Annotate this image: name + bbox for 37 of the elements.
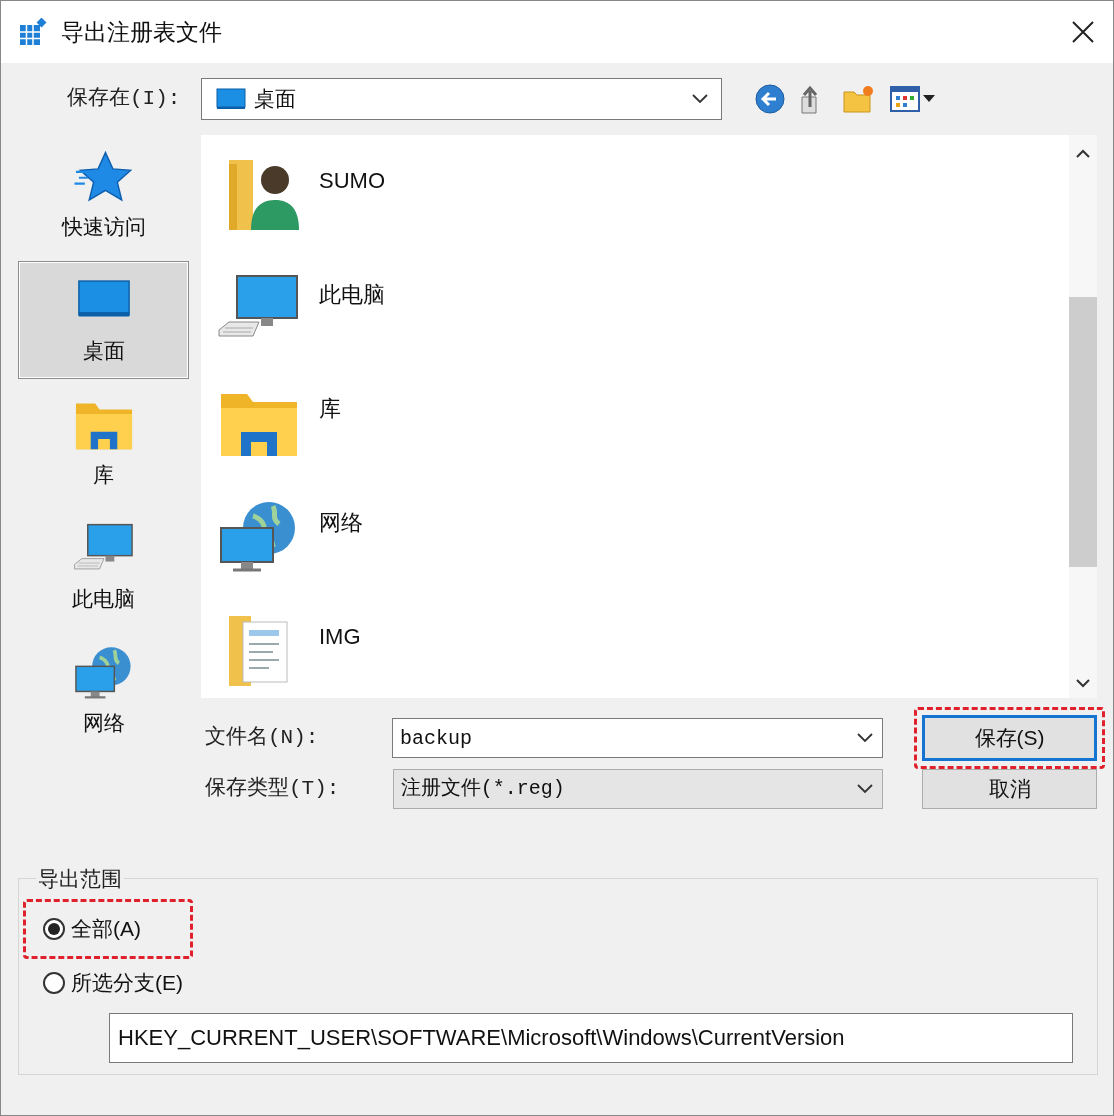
sidebar-item[interactable]: 库	[18, 385, 189, 503]
file-type-dropdown[interactable]: 注册文件(*.reg)	[392, 769, 883, 809]
branch-field[interactable]: HKEY_CURRENT_USER\SOFTWARE\Microsoft\Windows\CurrentVersion	[109, 1012, 1073, 1063]
chevron-down-icon	[856, 783, 874, 795]
close-icon[interactable]	[1071, 20, 1095, 44]
file-name-field[interactable]: backup	[392, 718, 883, 758]
save-in-label: 保存在(I):	[66, 86, 182, 113]
file-name[interactable]: SUMO	[319, 163, 385, 197]
file-name[interactable]: 网络	[319, 505, 363, 539]
sidebar-item[interactable]: 桌面	[18, 261, 189, 379]
registry-icon	[19, 18, 47, 46]
file-type-label: 保存类型(T):	[204, 775, 341, 803]
file-name[interactable]: 此电脑	[319, 277, 385, 311]
scroll-bar[interactable]	[1069, 135, 1097, 698]
chevron-down-icon[interactable]	[856, 732, 874, 744]
sidebar-item[interactable]: 网络	[18, 633, 189, 751]
scroll-down-icon[interactable]	[1076, 678, 1090, 688]
export-range-title: 导出范围	[37, 866, 123, 892]
radio-option[interactable]: 全部(A)	[43, 908, 149, 949]
scroll-thumb[interactable]	[1069, 297, 1097, 567]
file-name[interactable]: 库	[319, 391, 341, 425]
file-name[interactable]: IMG	[319, 619, 361, 653]
cancel-button[interactable]: 取消	[922, 769, 1097, 809]
sidebar-item[interactable]: 此电脑	[18, 509, 189, 627]
sidebar-item[interactable]: 快速访问	[18, 137, 189, 255]
back-icon[interactable]	[754, 83, 786, 115]
save-button[interactable]: 保存(S)	[922, 715, 1097, 761]
location-value: 桌面	[254, 86, 296, 113]
file-name-label: 文件名(N):	[204, 724, 320, 752]
chevron-down-icon	[691, 93, 709, 105]
view-menu-icon[interactable]	[890, 86, 936, 112]
location-dropdown[interactable]: 桌面	[201, 78, 722, 120]
scroll-up-icon[interactable]	[1076, 149, 1090, 159]
desktop-icon	[216, 88, 246, 110]
window-title: 导出注册表文件	[61, 17, 222, 47]
radio-option[interactable]: 所选分支(E)	[43, 962, 191, 1003]
file-type-value: 注册文件(*.reg)	[400, 776, 566, 802]
